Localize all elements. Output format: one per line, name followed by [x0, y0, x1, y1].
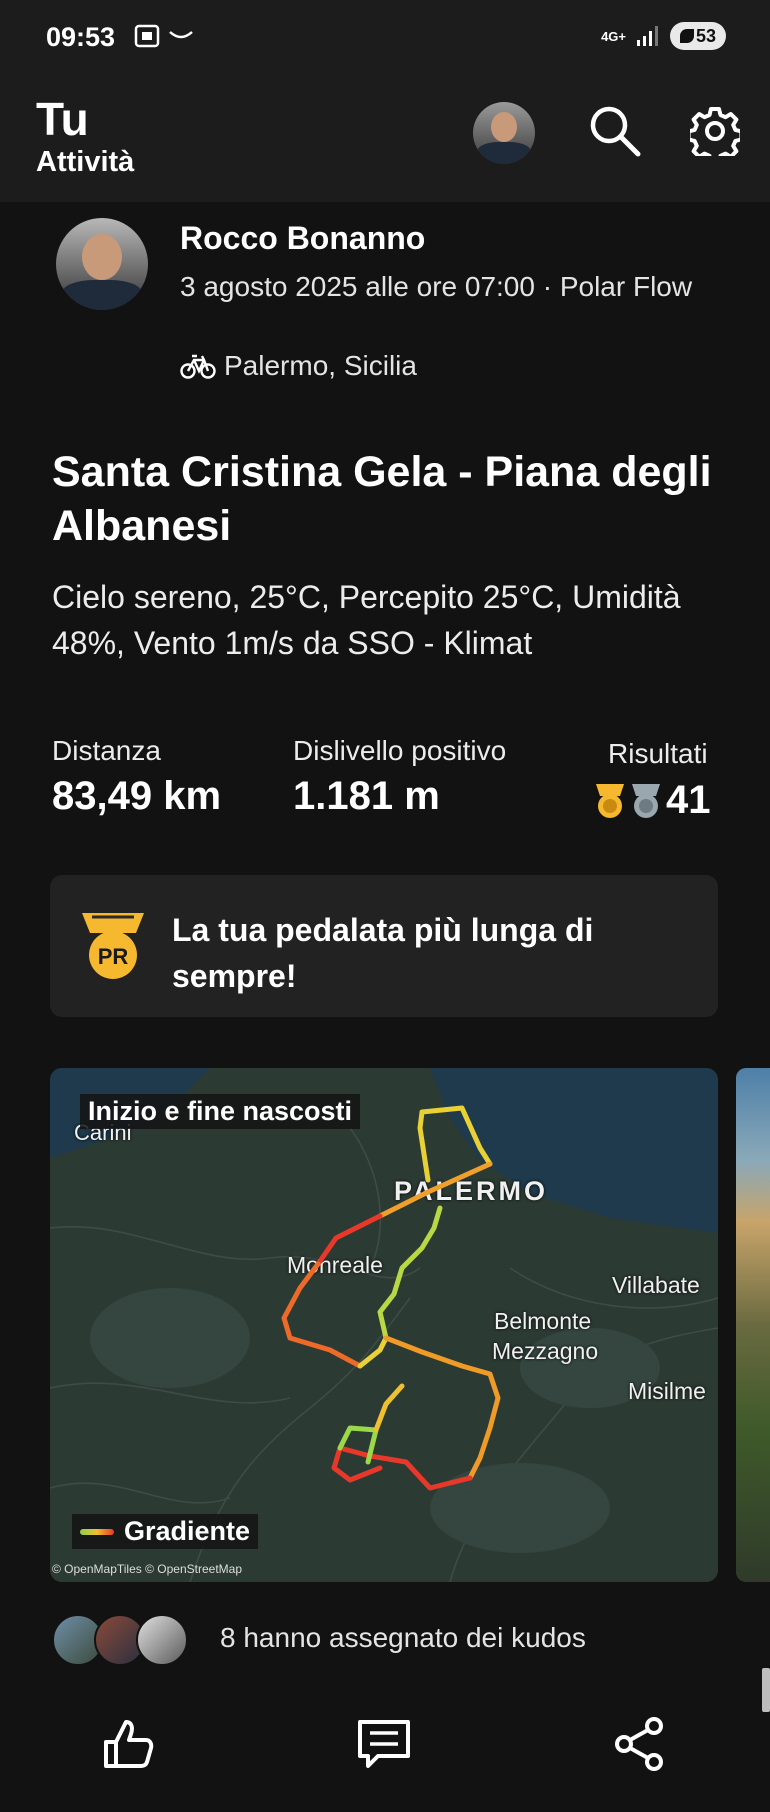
settings-gear-icon[interactable] [690, 106, 740, 156]
notification-icon [169, 31, 193, 39]
status-time: 09:53 [46, 22, 116, 52]
results-value: 41 [666, 778, 711, 822]
battery-level: 53 [695, 25, 717, 46]
avatar-shirt [477, 142, 531, 164]
map-legend: Gradiente [72, 1514, 259, 1549]
gold-medal-icon [596, 783, 624, 818]
kudos-avatar [136, 1614, 188, 1666]
activity-date-source: 3 agosto 2025 alle ore 07:00 · Polar Flo… [180, 271, 693, 302]
activity-description: Cielo sereno, 25°C, Percepito 25°C, Umid… [52, 579, 681, 661]
pr-badge-text: PR [98, 944, 129, 969]
profile-avatar[interactable] [473, 102, 535, 164]
network-type: 4G+ [601, 28, 626, 44]
legend-label: Gradiente [124, 1516, 251, 1546]
avatar-shirt [62, 280, 142, 310]
share-icon[interactable] [612, 1716, 668, 1772]
app-header: Tu Attività [0, 72, 770, 202]
athlete-avatar[interactable] [56, 218, 148, 310]
pr-message: La tua pedalata più lunga di sempre! [172, 912, 594, 994]
status-bar: 09:53 4G+ 53 [0, 0, 770, 72]
page-subtitle: Attività [36, 146, 135, 178]
silver-medal-icon [632, 783, 660, 818]
comment-icon[interactable] [356, 1716, 412, 1772]
screenshot-icon [134, 24, 160, 48]
activity-location-row: Palermo, Sicilia [180, 350, 417, 382]
pr-achievement-card[interactable]: PR La tua pedalata più lunga di sempre! [50, 875, 718, 1017]
route-polyline [281, 1105, 501, 1491]
start-end-hidden-badge: Inizio e fine nascosti [80, 1094, 361, 1129]
athlete-name[interactable]: Rocco Bonanno [180, 220, 425, 257]
distance-label: Distanza [52, 735, 161, 766]
thumbs-up-icon[interactable] [100, 1716, 156, 1772]
signal-icon [637, 26, 658, 46]
map-credits: © OpenMapTiles © OpenStreetMap [52, 1562, 242, 1576]
next-photo-peek[interactable] [736, 1068, 770, 1582]
activity-location: Palermo, Sicilia [224, 350, 417, 381]
battery-indicator: 53 [670, 22, 726, 50]
kudos-avatars[interactable] [52, 1614, 192, 1666]
activity-title[interactable]: Santa Cristina Gela - Piana degli Albane… [52, 445, 732, 553]
route-map[interactable]: Carini PALERMO Monreale Villabate Belmon… [50, 1068, 718, 1582]
results-group: 41 [594, 778, 711, 823]
elevation-value: 1.181 m [293, 774, 440, 818]
kudos-count[interactable]: 8 hanno assegnato dei kudos [220, 1622, 586, 1654]
distance-value: 83,49 km [52, 774, 222, 818]
gradient-legend-bar [80, 1528, 114, 1535]
pr-medal-icon: PR [82, 913, 144, 979]
search-icon[interactable] [588, 104, 642, 158]
bike-icon [180, 354, 216, 379]
results-label: Risultati [608, 738, 708, 769]
scroll-indicator [762, 1668, 770, 1712]
avatar-face [491, 112, 517, 142]
page-title: Tu [36, 93, 89, 145]
elevation-label: Dislivello positivo [293, 735, 507, 766]
avatar-face [82, 234, 122, 280]
battery-saver-icon [679, 29, 694, 43]
